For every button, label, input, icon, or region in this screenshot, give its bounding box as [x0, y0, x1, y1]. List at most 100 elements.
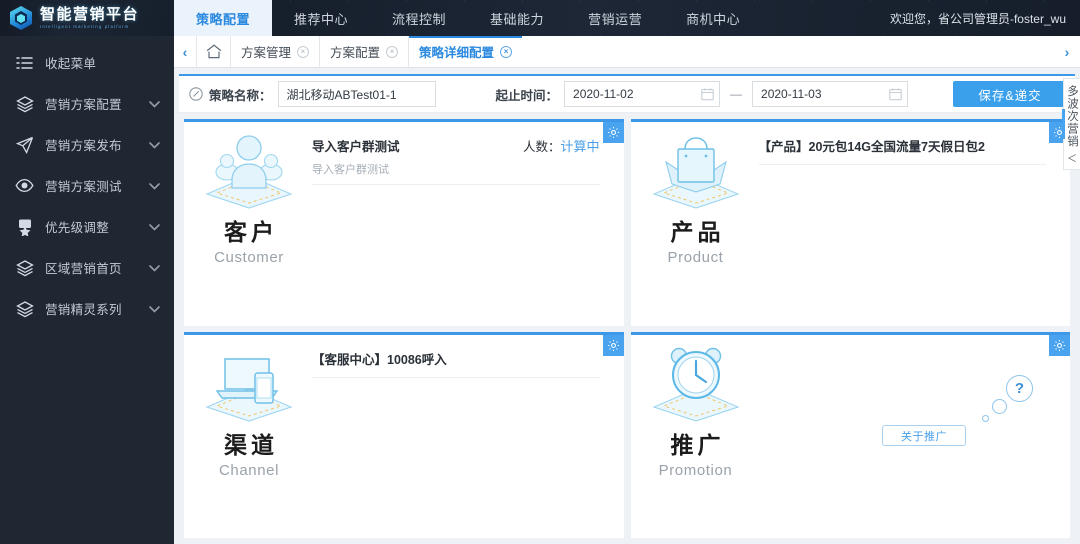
card-title-en: Product	[667, 249, 724, 266]
chevron-down-icon	[149, 220, 160, 234]
card-promotion[interactable]: 推广 Promotion 关于推广 ?	[630, 331, 1070, 538]
divider	[312, 376, 600, 378]
tab-recommendation-center[interactable]: 推荐中心	[272, 0, 370, 36]
tab-basic-capability[interactable]: 基础能力	[468, 0, 566, 36]
customer-count-label: 人数：	[522, 140, 561, 154]
sidebar-item-marketing-genie-series[interactable]: 营销精灵系列	[0, 288, 174, 329]
breadcrumb-tab-label: 方案配置	[330, 46, 381, 60]
chevron-down-icon	[149, 97, 160, 111]
content-area: 策略名称： 起止时间： —	[174, 68, 1080, 544]
breadcrumb-tab-plan-config[interactable]: 方案配置 ×	[319, 36, 408, 67]
customer-group-desc: 导入客户群测试	[312, 161, 600, 185]
breadcrumb-scroll-right-button[interactable]: ›	[1054, 36, 1080, 67]
welcome-user-label[interactable]: 欢迎您，省公司管理员-foster_wu	[890, 0, 1080, 36]
card-title-en: Promotion	[658, 461, 733, 479]
sidebar-item-region-marketing-home[interactable]: 区域营销首页	[0, 247, 174, 288]
about-promotion-button[interactable]: 关于推广	[882, 425, 966, 446]
sidebar-menu: 收起菜单 营销方案配置 营销方案发布 营销方案测试 优先级调整 区域营销首页 营…	[0, 36, 174, 329]
badge-star-icon	[15, 217, 34, 236]
card-title-cn: 渠道	[224, 431, 278, 458]
sidebar-item-label: 优先级调整	[45, 221, 110, 235]
layers-icon	[15, 299, 34, 318]
multi-wave-marketing-rail[interactable]: 多波次营销 ＜	[1062, 78, 1080, 170]
bubble-small-icon	[982, 415, 989, 422]
card-product[interactable]: 产品 Product 【产品】20元包14G全国流量7天假日包2	[630, 119, 1070, 326]
close-icon[interactable]: ×	[500, 45, 513, 58]
strategy-name-input[interactable]	[277, 81, 436, 107]
card-title-cn: 产品	[670, 219, 725, 245]
question-mark-icon[interactable]: ?	[1006, 375, 1033, 402]
alarm-clock-icon	[646, 345, 746, 423]
rail-accent-tick	[1062, 108, 1065, 139]
strategy-panel: 策略名称： 起止时间： —	[179, 74, 1075, 544]
sidebar-item-label: 营销方案测试	[45, 180, 122, 194]
sidebar-item-label: 收起菜单	[45, 57, 97, 71]
card-customer[interactable]: 客户 Customer 导入客户群测试 人数：计算中 导入客户群测试	[184, 119, 624, 326]
breadcrumb-tab-strategy-detail-config[interactable]: 策略详细配置 ×	[408, 36, 522, 67]
gear-icon[interactable]	[1049, 334, 1070, 356]
sidebar-item-label: 营销精灵系列	[45, 303, 122, 317]
start-date-input[interactable]	[564, 81, 721, 107]
layers-icon	[15, 258, 34, 277]
card-info: 【客服中心】10086呼入	[304, 343, 614, 539]
chevron-down-icon	[149, 138, 160, 152]
chevron-down-icon	[149, 261, 160, 275]
tab-process-control[interactable]: 流程控制	[370, 0, 468, 36]
channel-name: 【客服中心】10086呼入	[312, 352, 447, 367]
rail-label: 多波次营销	[1066, 85, 1078, 148]
date-range-label: 起止时间：	[495, 88, 559, 103]
sidebar-item-marketing-plan-config[interactable]: 营销方案配置	[0, 83, 174, 124]
close-icon[interactable]: ×	[386, 45, 399, 58]
gear-icon[interactable]	[602, 122, 624, 143]
tab-marketing-operation[interactable]: 营销运营	[566, 0, 664, 36]
tab-opportunity-center[interactable]: 商机中心	[664, 0, 762, 36]
card-info: 导入客户群测试 人数：计算中 导入客户群测试	[304, 130, 614, 326]
card-title-cn: 推广	[670, 431, 725, 458]
card-title-cn: 客户	[224, 219, 278, 245]
sidebar-item-marketing-plan-publish[interactable]: 营销方案发布	[0, 124, 174, 165]
customer-count-value: 计算中	[560, 139, 600, 154]
breadcrumb-tab-label: 方案管理	[241, 46, 292, 60]
home-icon[interactable]	[196, 36, 230, 67]
chevron-down-icon	[149, 179, 160, 193]
laptop-phone-icon	[199, 345, 299, 423]
sidebar-item-marketing-plan-test[interactable]: 营销方案测试	[0, 165, 174, 206]
send-icon	[15, 135, 34, 154]
divider	[758, 164, 1046, 165]
sidebar-item-label: 营销方案发布	[45, 139, 122, 153]
customer-count: 人数：计算中	[505, 136, 600, 155]
close-icon[interactable]: ×	[297, 45, 310, 58]
bubble-medium-icon	[992, 399, 1007, 414]
card-channel[interactable]: 渠道 Channel 【客服中心】10086呼入	[184, 331, 624, 539]
save-and-submit-button[interactable]: 保存&递交	[953, 81, 1067, 107]
chevron-left-icon[interactable]: ＜	[1067, 150, 1077, 165]
breadcrumb: ‹ 方案管理 × 方案配置 × 策略详细配置 × ›	[174, 36, 1080, 68]
top-navigation: 策略配置 推荐中心 流程控制 基础能力 营销运营 商机中心 欢迎您，省公司管理员…	[174, 0, 1080, 36]
promotion-hint-group: 关于推广 ?	[882, 370, 1062, 446]
layers-icon	[15, 94, 34, 113]
strategy-toolbar: 策略名称： 起止时间： —	[179, 76, 1075, 113]
customer-group-name: 导入客户群测试	[312, 140, 400, 154]
date-range-separator: —	[730, 87, 743, 101]
brand-name-en: Intelligent marketing platform	[40, 23, 130, 29]
menu-list-icon	[15, 53, 34, 72]
card-title-en: Customer	[214, 249, 284, 266]
card-info: 【产品】20元包14G全国流量7天假日包2	[751, 130, 1061, 326]
shopping-bag-icon	[646, 132, 746, 210]
breadcrumb-tab-label: 策略详细配置	[419, 46, 495, 60]
sidebar-item-collapse-menu[interactable]: 收起菜单	[0, 42, 174, 83]
customer-group-icon	[199, 132, 299, 210]
tab-strategy-config[interactable]: 策略配置	[174, 0, 273, 36]
main-region: 策略配置 推荐中心 流程控制 基础能力 营销运营 商机中心 欢迎您，省公司管理员…	[174, 0, 1080, 544]
brand-logo[interactable]: 智能营销平台 Intelligent marketing platform	[0, 0, 174, 36]
end-date-input[interactable]	[752, 81, 909, 107]
app-root: 智能营销平台 Intelligent marketing platform 收起…	[0, 0, 1080, 544]
breadcrumb-tab-plan-management[interactable]: 方案管理 ×	[230, 36, 319, 67]
card-title-en: Channel	[218, 461, 280, 479]
pencil-circle-icon	[189, 87, 203, 101]
breadcrumb-scroll-left-button[interactable]: ‹	[174, 36, 196, 67]
gear-icon[interactable]	[602, 334, 624, 356]
start-date-wrap	[564, 81, 721, 107]
sidebar-item-priority-adjust[interactable]: 优先级调整	[0, 206, 174, 247]
sidebar-item-label: 营销方案配置	[45, 98, 122, 112]
